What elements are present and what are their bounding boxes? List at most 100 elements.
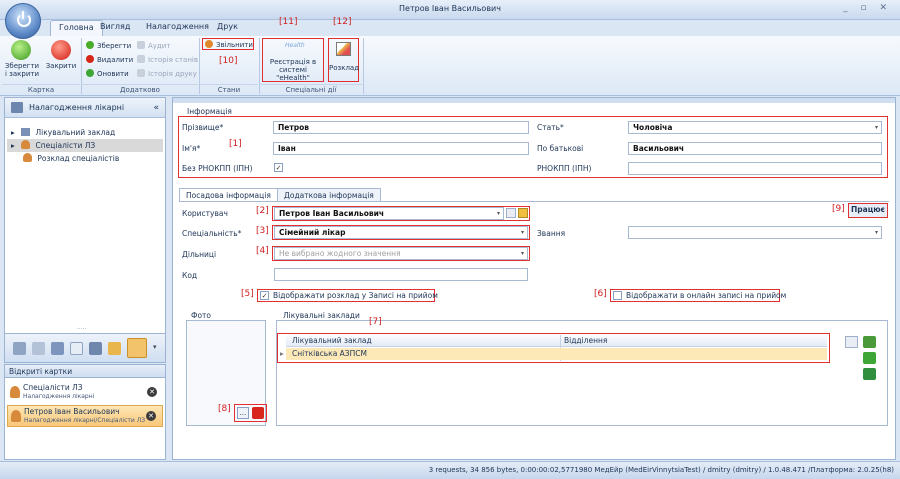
power-icon [17,13,31,27]
tab-additional-info[interactable]: Додаткова інформація [277,188,381,202]
marker-11-label: [11] [279,17,298,27]
nav-item-schedule-label: Розклад спеціалістів [37,154,120,163]
splitter-grip[interactable]: ····· [77,326,87,333]
ribbon: Зберегти і закрити Закрити Картка Зберег… [0,36,900,96]
audit-button[interactable]: Аудит [137,40,170,52]
save-button[interactable]: Зберегти [86,40,131,52]
surname-field[interactable]: Петров [273,121,529,134]
module-reports-icon[interactable] [89,342,102,355]
patronymic-field[interactable]: Васильович [628,142,882,155]
module-documents-icon[interactable] [32,342,45,355]
state-history-button[interactable]: Історія станів [137,54,198,66]
show-schedule-checkbox[interactable]: ✓ [260,291,269,300]
more-modules-icon[interactable]: ▾ [153,343,157,351]
grid-cell-facility: Снітківська АЗПСМ [292,349,367,358]
ehealth-register-label: Реєстрація в системі "eHealth" [269,58,317,82]
schedule-label: Розклад [329,64,360,72]
window-title: Петров Іван Васильович [399,4,501,13]
refresh-label: Оновити [97,70,129,78]
release-button[interactable]: Звільнити [202,38,254,50]
marker-10: [10] [219,56,238,66]
form-top-strip [173,98,895,103]
module-registry-icon[interactable] [51,342,64,355]
districts-select[interactable]: Не вибрано жодного значення ▾ [274,247,528,260]
photo-remove-icon[interactable] [252,407,264,419]
print-history-icon [137,69,145,77]
specialty-select[interactable]: Сімейний лікар ▾ [274,226,528,239]
name-field[interactable]: Іван [273,142,529,155]
delete-icon [86,55,94,63]
state-history-label: Історія станів [148,56,198,64]
refresh-row-icon[interactable] [863,352,876,364]
edit-row-icon[interactable] [845,336,858,348]
save-close-icon [11,40,31,60]
marker-4: [4] [256,246,269,256]
close-card-icon[interactable]: ✕ [146,411,156,421]
status-badge: Працює [848,203,888,218]
code-field[interactable] [274,268,528,281]
close-card-icon[interactable]: ✕ [147,387,157,397]
user-select[interactable]: Петров Іван Васильович ▾ [274,207,504,220]
person-icon [11,410,21,422]
print-history-button[interactable]: Історія друку [137,68,197,80]
tab-position-info[interactable]: Посадова інформація [179,188,278,202]
tools-icon[interactable] [863,336,876,348]
user-lookup-icon[interactable] [518,208,528,218]
calendar-icon[interactable] [70,342,83,355]
status-bar: 3 requests, 34 856 bytes, 0:00:00:02,577… [0,461,900,479]
surname-label: Прізвище* [182,123,224,132]
facilities-grid: Лікувальний заклад Відділення ▸ Снітківс… [277,333,830,363]
open-card-specialists[interactable]: Спеціалісти ЛЗ Налагодження лікарні ✕ [7,382,163,404]
table-row[interactable]: ▸ Снітківська АЗПСМ [280,348,827,360]
window-controls[interactable]: _ ▫ ✕ [843,3,892,13]
nav-item-facility-label: Лікувальний заклад [35,128,116,137]
expand-icon[interactable]: ▸ [11,141,15,150]
rnokpp-field[interactable] [628,162,882,175]
gender-select[interactable]: Чоловіча ▾ [628,121,882,134]
grid-header-department[interactable]: Відділення [564,336,607,345]
user-card-icon[interactable] [506,208,516,218]
chevron-down-icon: ▾ [874,229,878,236]
no-rnokpp-checkbox[interactable]: ✓ [274,163,283,172]
ehealth-register-button[interactable]: Health Реєстрація в системі "eHealth" [262,38,324,82]
show-online-checkbox[interactable] [613,291,622,300]
module-lab-icon[interactable] [108,342,121,355]
group-states-label: Стани [200,84,258,94]
chevron-down-icon: ▾ [520,250,524,257]
collapse-panel-button[interactable]: « [153,98,159,118]
save-label: Зберегти [97,42,132,50]
delete-button[interactable]: Видалити [86,54,133,66]
module-dashboard-icon[interactable] [13,342,26,355]
marker-3: [3] [256,226,269,236]
marker-7: [7] [369,317,382,327]
grid-header-facility[interactable]: Лікувальний заклад [292,336,372,345]
chevron-down-icon: ▾ [496,210,500,217]
rank-select[interactable]: ▾ [628,226,882,239]
power-icon-bar [22,11,24,19]
open-card-subtitle: Налагодження лікарні/Спеціалісти ЛЗ [24,417,146,424]
chevron-down-icon: ▾ [520,229,524,236]
nav-item-facility[interactable]: ▸ Лікувальний заклад [7,126,163,139]
open-card-petrov[interactable]: Петров Іван Васильович Налагодження ліка… [7,405,163,427]
no-rnokpp-label: Без РНОКПП (ІПН) [182,164,253,173]
close-button[interactable]: Закрити [44,62,78,70]
nav-item-schedule[interactable]: Розклад спеціалістів [19,152,163,165]
refresh-button[interactable]: Оновити [86,68,129,80]
nav-item-specialists[interactable]: ▸ Спеціалісти ЛЗ [7,139,163,152]
application-menu-button[interactable] [5,3,41,39]
tab-view[interactable]: Вигляд [92,20,138,36]
specialist-card-form: Інформація [1] Прізвище* Петров Ім'я* Ів… [172,97,896,460]
user-label: Користувач [182,209,228,218]
expand-icon[interactable]: ▸ [11,128,15,137]
export-icon[interactable] [863,368,876,380]
save-close-button[interactable]: Зберегти і закрити [4,62,40,78]
photo-browse-button[interactable]: ... [237,407,249,419]
tab-print[interactable]: Друк [209,20,246,36]
name-label: Ім'я* [182,144,201,153]
tab-settings[interactable]: Налагодження [138,20,217,36]
schedule-button[interactable]: Розклад [328,38,359,82]
module-hospital-settings-icon[interactable] [127,338,147,358]
nav-title: Налагодження лікарні [29,103,125,112]
person-icon [21,140,31,149]
navigation-panel: Налагодження лікарні « ▸ Лікувальний зак… [4,97,166,335]
